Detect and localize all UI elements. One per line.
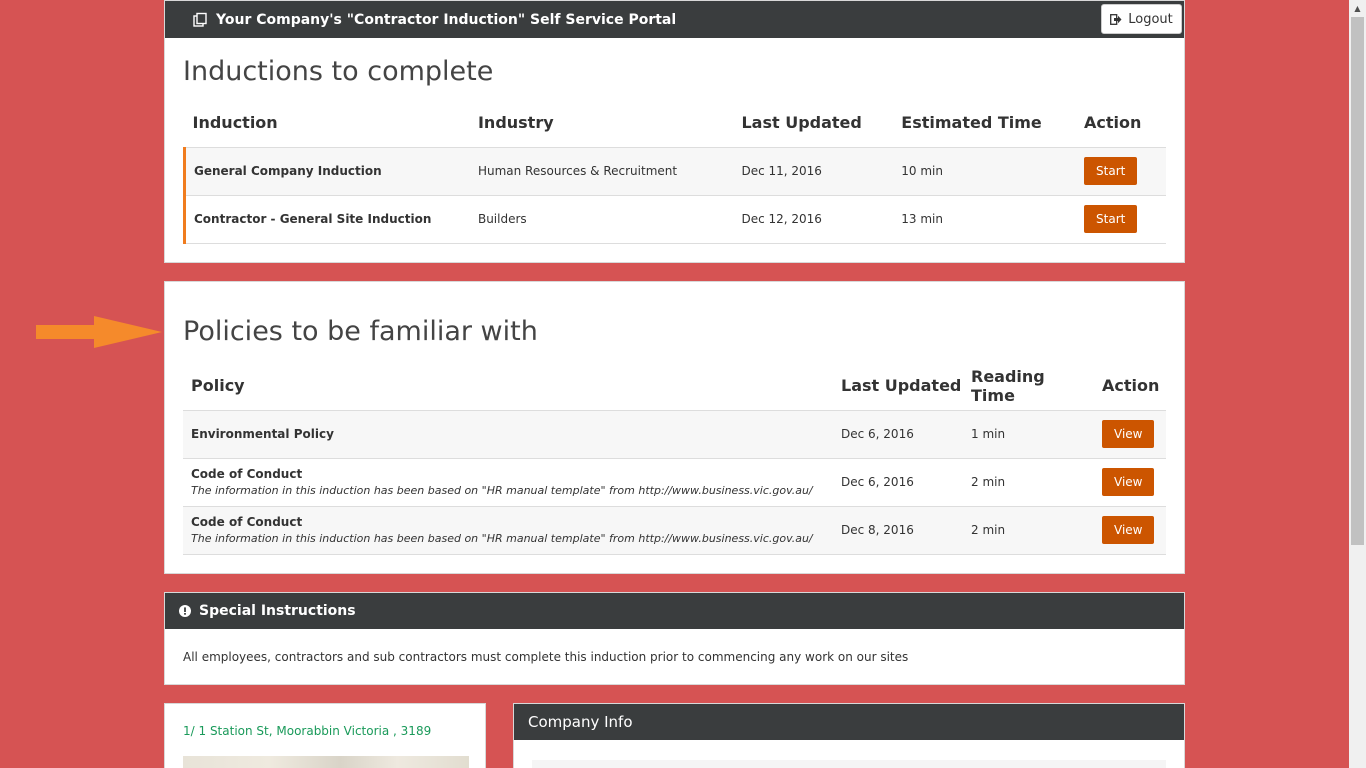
col-last-updated: Last Updated (833, 362, 963, 411)
view-button[interactable]: View (1102, 516, 1155, 544)
map-image[interactable] (183, 756, 469, 768)
vertical-scrollbar[interactable]: ▲ (1349, 0, 1366, 768)
special-instructions-bar: Special Instructions (165, 593, 1184, 629)
policy-name-cell: Code of Conduct The information in this … (183, 458, 833, 507)
inductions-title: Inductions to complete (183, 56, 494, 87)
induction-industry: Human Resources & Recruitment (469, 147, 734, 196)
col-estimated-time: Estimated Time (893, 99, 1077, 148)
policy-name-cell: Code of Conduct The information in this … (183, 506, 833, 555)
view-button[interactable]: View (1102, 420, 1155, 448)
logout-button[interactable]: Logout (1101, 4, 1182, 34)
orange-arrow-icon (36, 316, 162, 348)
company-info-content (532, 760, 1166, 768)
inductions-table: Induction Industry Last Updated Estimate… (182, 99, 1166, 244)
policy-updated: Dec 6, 2016 (833, 458, 963, 507)
table-row: Environmental Policy Dec 6, 2016 1 min V… (183, 410, 1166, 459)
col-policy: Policy (183, 362, 833, 411)
policy-updated: Dec 6, 2016 (833, 410, 963, 459)
policy-time: 1 min (963, 410, 1094, 459)
start-button[interactable]: Start (1084, 157, 1138, 185)
exclamation-icon (179, 605, 191, 617)
induction-time: 13 min (893, 195, 1077, 244)
table-row: General Company Induction Human Resource… (182, 147, 1166, 196)
induction-updated: Dec 11, 2016 (733, 147, 894, 196)
col-last-updated: Last Updated (733, 99, 894, 148)
scroll-thumb[interactable] (1351, 17, 1364, 545)
company-info-title: Company Info (528, 713, 633, 731)
policy-updated: Dec 8, 2016 (833, 506, 963, 555)
portal-icon (193, 12, 207, 27)
company-info-panel: Company Info (513, 703, 1185, 768)
policy-action-cell: View (1094, 458, 1166, 507)
policies-panel: Policies to be familiar with Policy Last… (164, 281, 1185, 574)
table-row: Code of Conduct The information in this … (183, 458, 1166, 507)
portal-title: Your Company's "Contractor Induction" Se… (216, 11, 677, 28)
policy-note: The information in this induction has be… (191, 484, 813, 497)
induction-industry: Builders (469, 195, 734, 244)
policy-name: Code of Conduct (191, 467, 303, 481)
policy-time: 2 min (963, 458, 1094, 507)
view-button[interactable]: View (1102, 468, 1155, 496)
induction-name: Contractor - General Site Induction (182, 195, 470, 244)
policy-name: Environmental Policy (191, 427, 334, 441)
induction-updated: Dec 12, 2016 (733, 195, 894, 244)
policies-header-row: Policy Last Updated Reading Time Action (183, 362, 1166, 411)
company-info-bar: Company Info (514, 704, 1184, 740)
col-action: Action (1094, 362, 1166, 411)
policy-action-cell: View (1094, 506, 1166, 555)
induction-action-cell: Start (1076, 147, 1166, 196)
inductions-panel: Your Company's "Contractor Induction" Se… (164, 0, 1185, 263)
induction-time: 10 min (893, 147, 1077, 196)
policy-name-cell: Environmental Policy (183, 410, 833, 459)
induction-name: General Company Induction (182, 147, 470, 196)
inductions-header-row: Induction Industry Last Updated Estimate… (184, 99, 1166, 148)
scroll-up-icon[interactable]: ▲ (1349, 0, 1366, 17)
policies-title: Policies to be familiar with (183, 316, 538, 347)
table-row: Code of Conduct The information in this … (183, 506, 1166, 555)
policy-time: 2 min (963, 506, 1094, 555)
policy-action-cell: View (1094, 410, 1166, 459)
col-industry: Industry (469, 99, 734, 148)
table-row: Contractor - General Site Induction Buil… (182, 195, 1166, 244)
special-instructions-text: All employees, contractors and sub contr… (183, 650, 909, 664)
induction-action-cell: Start (1076, 195, 1166, 244)
start-button[interactable]: Start (1084, 205, 1138, 233)
special-instructions-panel: Special Instructions All employees, cont… (164, 592, 1185, 685)
address-panel: 1/ 1 Station St, Moorabbin Victoria , 31… (164, 703, 486, 768)
col-action: Action (1076, 99, 1166, 148)
col-induction: Induction (184, 99, 470, 148)
logout-icon (1110, 13, 1122, 25)
portal-header-bar: Your Company's "Contractor Induction" Se… (165, 1, 1184, 38)
logout-label: Logout (1128, 11, 1173, 27)
policy-note: The information in this induction has be… (191, 532, 813, 545)
special-instructions-title: Special Instructions (199, 603, 356, 619)
policy-name: Code of Conduct (191, 515, 303, 529)
policies-table: Policy Last Updated Reading Time Action … (183, 362, 1166, 555)
address-link[interactable]: 1/ 1 Station St, Moorabbin Victoria , 31… (183, 724, 431, 738)
col-reading-time: Reading Time (963, 362, 1094, 411)
